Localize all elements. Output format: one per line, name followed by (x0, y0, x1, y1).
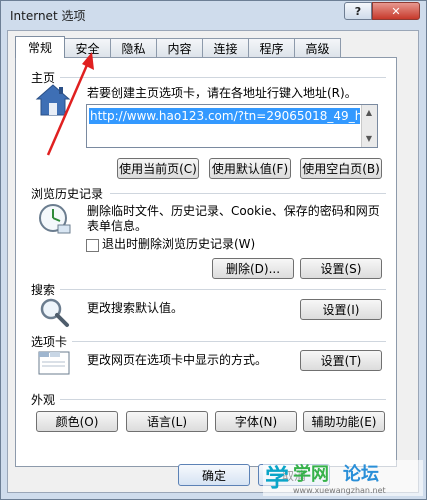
search-divider (60, 289, 386, 290)
search-settings-button[interactable]: 设置(I) (300, 299, 382, 320)
home-page-divider (60, 77, 386, 78)
title-bar: Internet 选项 ? ✕ (0, 0, 427, 28)
appearance-heading: 外观 (31, 393, 56, 407)
accessibility-button[interactable]: 辅助功能(E) (303, 411, 385, 432)
watermark-logo: 学 学网 论坛 www.xuewangzhan.net (263, 460, 423, 496)
history-clock-icon (39, 204, 71, 234)
colors-button[interactable]: 颜色(O) (36, 411, 118, 432)
history-description-line2: 表单信息。 (87, 219, 148, 233)
tab-advanced[interactable]: 高级 (294, 38, 341, 57)
history-description-line1: 删除临时文件、历史记录、Cookie、保存的密码和网页 (87, 204, 380, 218)
delete-on-exit-checkbox[interactable] (86, 239, 99, 252)
window-title: Internet 选项 (10, 9, 86, 23)
tab-content[interactable]: 内容 (156, 38, 203, 57)
ok-button[interactable]: 确定 (178, 464, 250, 486)
tabs-window-icon (38, 351, 70, 375)
tabs-settings-button[interactable]: 设置(T) (300, 350, 382, 371)
home-page-description: 若要创建主页选项卡，请在各地址行键入地址(R)。 (87, 86, 357, 100)
tab-strip: 常规 安全 隐私 内容 连接 程序 高级 (15, 36, 341, 58)
svg-text:论坛: 论坛 (343, 463, 379, 485)
history-settings-button[interactable]: 设置(S) (300, 258, 382, 279)
help-button[interactable]: ? (344, 2, 372, 20)
home-page-url-value: http://www.hao123.com/?tn=29065018_49_ha… (89, 108, 360, 124)
svg-text:学: 学 (265, 464, 289, 492)
languages-button[interactable]: 语言(L) (126, 411, 208, 432)
use-current-button[interactable]: 使用当前页(C) (117, 158, 199, 179)
delete-history-button[interactable]: 删除(D)... (212, 258, 294, 279)
svg-text:www.xuewangzhan.net: www.xuewangzhan.net (293, 486, 386, 495)
scroll-down-icon[interactable]: ▼ (365, 135, 373, 143)
scroll-up-icon[interactable]: ▲ (365, 109, 373, 117)
tabs-description: 更改网页在选项卡中显示的方式。 (87, 353, 268, 367)
close-button[interactable]: ✕ (372, 2, 420, 20)
svg-text:学网: 学网 (293, 463, 329, 485)
tab-programs[interactable]: 程序 (248, 38, 295, 57)
tab-privacy[interactable]: 隐私 (110, 38, 157, 57)
annotation-arrow-icon (46, 52, 94, 156)
search-description: 更改搜索默认值。 (87, 301, 184, 315)
fonts-button[interactable]: 字体(N) (215, 411, 297, 432)
url-scrollbar[interactable]: ▲ ▼ (361, 105, 377, 147)
history-heading: 浏览历史记录 (31, 187, 104, 201)
use-default-button[interactable]: 使用默认值(F) (209, 158, 291, 179)
tabs-divider (72, 341, 386, 342)
history-divider (110, 193, 386, 194)
tab-general[interactable]: 常规 (15, 36, 65, 58)
search-magnifier-icon (40, 298, 69, 327)
watermark-badge-icon: 学 学网 论坛 www.xuewangzhan.net (263, 460, 423, 496)
home-page-url-field[interactable]: http://www.hao123.com/?tn=29065018_49_ha… (86, 104, 378, 148)
use-blank-button[interactable]: 使用空白页(B) (300, 158, 382, 179)
tab-connections[interactable]: 连接 (202, 38, 249, 57)
delete-on-exit-label: 退出时删除浏览历史记录(W) (102, 237, 256, 251)
appearance-divider (60, 399, 386, 400)
